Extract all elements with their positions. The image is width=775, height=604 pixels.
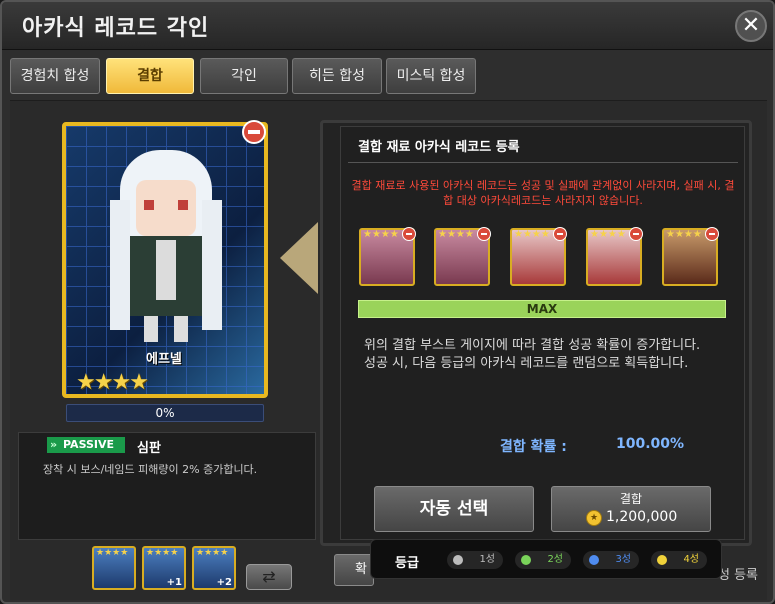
- warning-text: 결합 재료로 사용된 아카식 레코드는 성공 및 실패에 관계없이 사라지며, …: [351, 179, 735, 207]
- material-slot[interactable]: ★★★★: [510, 227, 567, 286]
- grade-dot-icon: [521, 555, 531, 565]
- remove-material-icon[interactable]: [477, 227, 491, 241]
- grade-dot-icon: [453, 555, 463, 565]
- skill-name: 심판: [137, 441, 161, 456]
- material-stars: ★★★★: [666, 229, 702, 240]
- coin-icon: ★: [586, 510, 602, 526]
- grade-tooltip: 등급 1성 2성 3성 4성: [370, 539, 722, 579]
- card-star-rating: ★★★★: [76, 370, 149, 395]
- remove-material-icon[interactable]: [629, 227, 643, 241]
- material-stars: ★★★★: [590, 229, 626, 240]
- thumb-stars: ★★★★: [146, 548, 179, 558]
- combine-info: 위의 결합 부스트 게이지에 따라 결합 성공 확률이 증가합니다. 성공 시,…: [364, 337, 724, 373]
- info-line: 위의 결합 부스트 게이지에 따라 결합 성공 확률이 증가합니다.: [364, 338, 701, 353]
- grade-chip-1: 1성: [447, 551, 503, 569]
- register-text: 성 등록: [718, 568, 759, 583]
- tab-engrave[interactable]: 각인: [200, 58, 288, 94]
- success-rate-value: 100.00%: [616, 436, 685, 452]
- material-stars: ★★★★: [514, 229, 550, 240]
- skill-description: 장착 시 보스/네임드 피해량이 2% 증가합니다.: [43, 463, 258, 476]
- record-thumb[interactable]: ★★★★: [92, 546, 136, 590]
- boost-gauge: MAX: [358, 300, 726, 318]
- thumb-level: +2: [216, 577, 232, 588]
- grade-dot-icon: [589, 555, 599, 565]
- material-slot[interactable]: ★★★★: [586, 227, 643, 286]
- divider: [348, 162, 738, 163]
- selected-record-card[interactable]: 에프넬 ★★★★: [62, 122, 268, 398]
- grade-chip-label: 2성: [547, 554, 563, 565]
- remove-card-icon[interactable]: [242, 120, 266, 144]
- material-slot[interactable]: ★★★★: [359, 227, 416, 286]
- remove-material-icon[interactable]: [402, 227, 416, 241]
- window-title: 아카식 레코드 각인: [22, 16, 210, 41]
- thumb-stars: ★★★★: [96, 548, 129, 558]
- tab-combine[interactable]: 결합: [106, 58, 194, 94]
- grade-dot-icon: [657, 555, 667, 565]
- skill-panel: PASSIVE 심판 장착 시 보스/네임드 피해량이 2% 증가합니다.: [18, 432, 316, 540]
- combine-cost: 1,200,000: [606, 509, 678, 525]
- combine-label: 결합: [619, 492, 643, 506]
- arrow-left-icon: [280, 222, 318, 294]
- close-button[interactable]: ✕: [735, 10, 767, 42]
- grade-chip-4: 4성: [651, 551, 707, 569]
- engrave-window: 아카식 레코드 각인 ✕ 경험치 합성 결합 각인 히든 합성 미스틱 합성 에…: [0, 0, 775, 604]
- material-slot[interactable]: ★★★★: [662, 227, 719, 286]
- material-slot[interactable]: ★★★★: [434, 227, 491, 286]
- swap-icon[interactable]: ⇄: [246, 564, 292, 590]
- register-title: 결합 재료 아카식 레코드 등록: [358, 140, 520, 155]
- record-thumb[interactable]: ★★★★ +1: [142, 546, 186, 590]
- thumb-stars: ★★★★: [196, 548, 229, 558]
- grade-label: 등급: [395, 556, 419, 571]
- confirm-button[interactable]: 확: [334, 554, 374, 586]
- auto-select-button[interactable]: 자동 선택: [374, 486, 534, 532]
- grade-chip-label: 3성: [615, 554, 631, 565]
- grade-chip-2: 2성: [515, 551, 571, 569]
- remove-material-icon[interactable]: [553, 227, 567, 241]
- card-character-name: 에프넬: [146, 352, 182, 367]
- tab-mystic-synthesis[interactable]: 미스틱 합성: [386, 58, 476, 94]
- character-portrait: [110, 150, 222, 342]
- thumb-level: +1: [166, 577, 182, 588]
- info-line: 성공 시, 다음 등급의 아카식 레코드를 랜덤으로 획득합니다.: [364, 356, 689, 371]
- remove-material-icon[interactable]: [705, 227, 719, 241]
- success-rate-label: 결합 확률 :: [500, 439, 567, 455]
- combine-button[interactable]: 결합 ★ 1,200,000: [551, 486, 711, 532]
- tab-exp-synthesis[interactable]: 경험치 합성: [10, 58, 100, 94]
- material-stars: ★★★★: [438, 229, 474, 240]
- grade-chip-label: 4성: [683, 554, 699, 565]
- material-stars: ★★★★: [363, 229, 399, 240]
- grade-chip-3: 3성: [583, 551, 639, 569]
- title-bar: 아카식 레코드 각인 ✕: [2, 2, 773, 50]
- passive-badge: PASSIVE: [47, 437, 125, 453]
- grade-chip-label: 1성: [479, 554, 495, 565]
- record-thumb[interactable]: ★★★★ +2: [192, 546, 236, 590]
- tab-hidden-synthesis[interactable]: 히든 합성: [292, 58, 382, 94]
- card-progress-bar: 0%: [66, 404, 264, 422]
